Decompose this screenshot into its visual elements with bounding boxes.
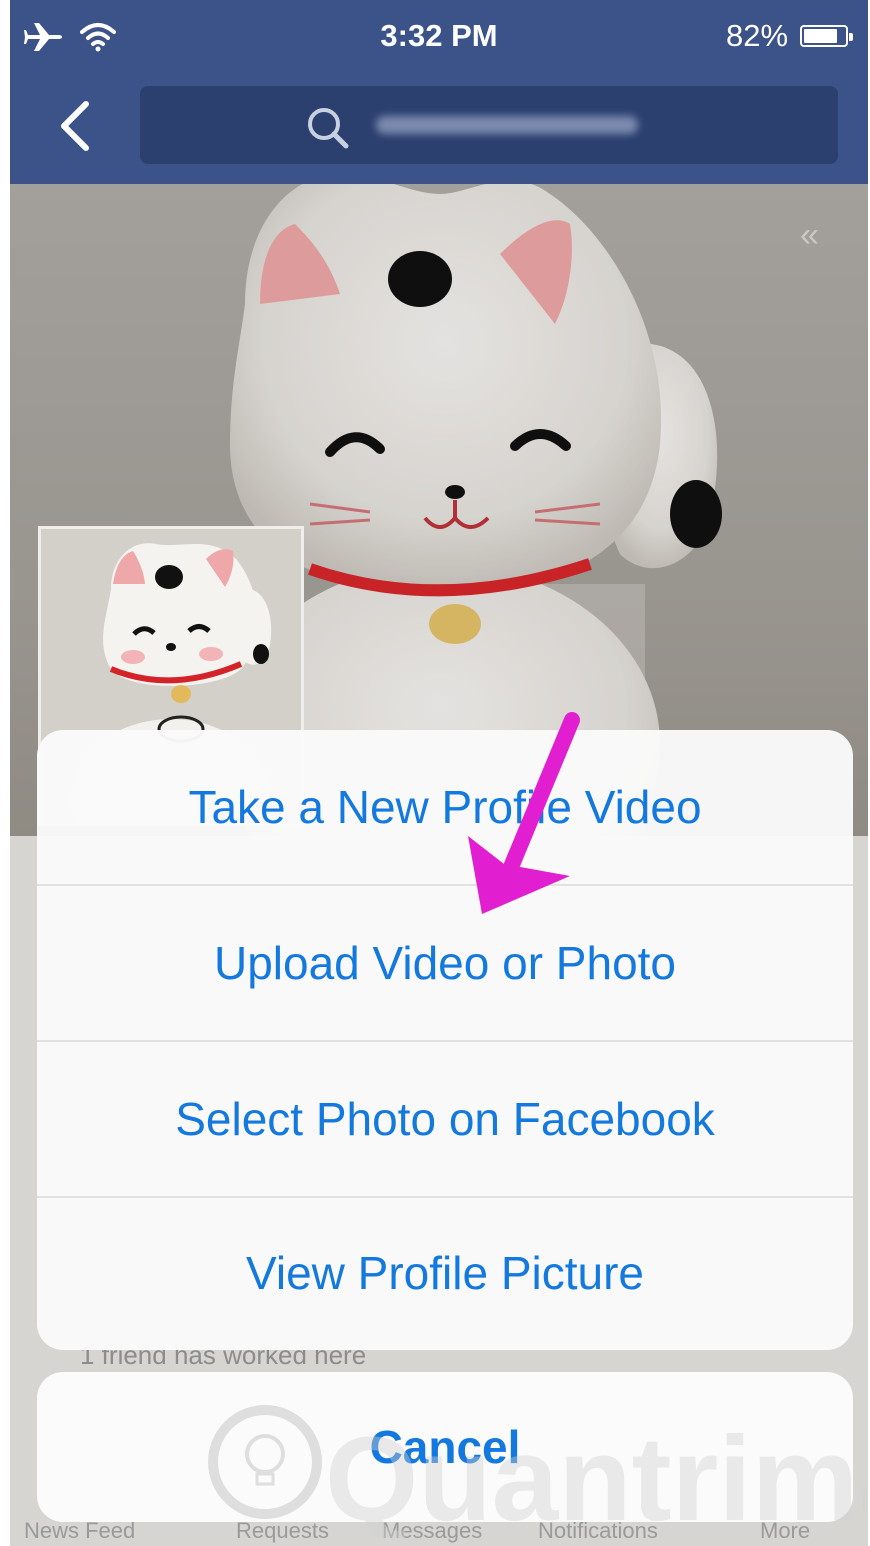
take-new-profile-video-button[interactable]: Take a New Profile Video [37,730,853,884]
annotation-arrow-icon [468,712,580,914]
svg-text:Quantrimang: Quantrimang [325,1412,865,1538]
battery-fill [804,29,837,43]
search-bar[interactable] [140,86,838,164]
view-profile-picture-button[interactable]: View Profile Picture [37,1196,853,1350]
upload-video-or-photo-button[interactable]: Upload Video or Photo [37,886,853,1040]
battery-icon [800,25,853,47]
chevron-left-icon[interactable] [52,98,98,154]
navigation-bar: 3:32 PM 82% [10,0,868,184]
action-sheet: Take a New Profile Video Upload Video or… [37,730,853,1350]
blurred-search-text [376,116,638,134]
search-icon [304,104,354,155]
select-photo-on-facebook-button[interactable]: Select Photo on Facebook [37,1042,853,1196]
phone-screen: 3:32 PM 82% « 1 friend has worked here N… [10,0,868,1546]
battery-percent: 82% [726,18,789,53]
watermark-logo: Quantrimang [205,1388,868,1546]
status-bar: 3:32 PM 82% [10,0,868,74]
